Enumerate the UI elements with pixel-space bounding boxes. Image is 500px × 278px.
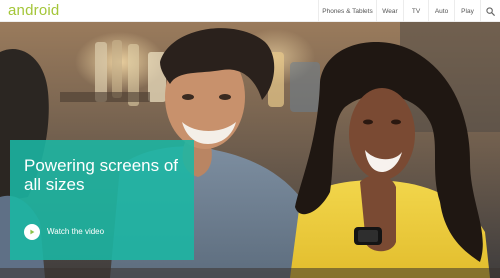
play-icon <box>30 229 35 235</box>
play-video-button[interactable] <box>24 224 40 240</box>
nav-tv[interactable]: TV <box>403 0 428 22</box>
android-logo[interactable]: android <box>8 3 59 19</box>
nav-play[interactable]: Play <box>454 0 480 22</box>
promo-card: Powering screens of all sizes Watch the … <box>10 140 194 260</box>
nav-auto[interactable]: Auto <box>428 0 454 22</box>
nav-phones-tablets[interactable]: Phones & Tablets <box>318 0 376 22</box>
primary-nav: Phones & Tablets Wear TV Auto Play <box>318 0 500 22</box>
watch-video-link[interactable]: Watch the video <box>47 227 104 236</box>
top-navigation-bar: android Phones & Tablets Wear TV Auto Pl… <box>0 0 500 22</box>
search-icon <box>486 6 495 16</box>
page: android Phones & Tablets Wear TV Auto Pl… <box>0 0 500 278</box>
search-button[interactable] <box>480 0 500 22</box>
hero-headline: Powering screens of all sizes <box>24 156 179 194</box>
nav-wear[interactable]: Wear <box>376 0 403 22</box>
